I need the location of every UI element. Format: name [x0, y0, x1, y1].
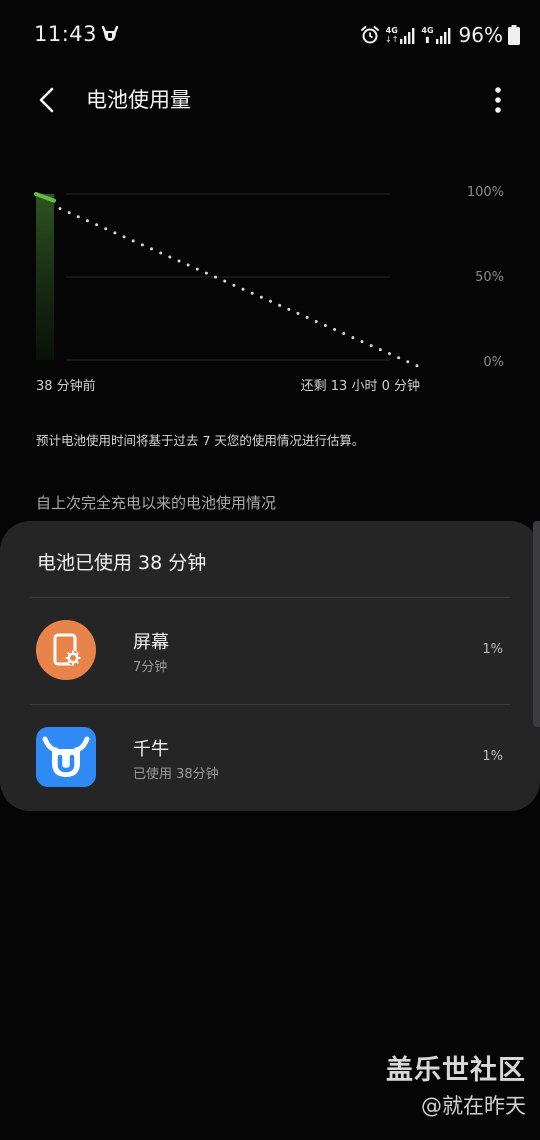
network-1: 4G ↓↑ [385, 26, 416, 44]
data-arrows-icon: ↓↑ [385, 35, 399, 44]
usage-card: 电池已使用 38 分钟 屏幕 7分钟 1% 千牛 已使用 38分钟 1% [0, 521, 540, 811]
alarm-icon [361, 26, 379, 44]
x-start-label: 38 分钟前 [36, 379, 96, 394]
x-end-label: 还剩 13 小时 0 分钟 [300, 379, 420, 394]
back-button[interactable] [26, 80, 66, 120]
page-title: 电池使用量 [86, 88, 191, 112]
y-tick-label-50: 50% [475, 270, 504, 285]
screen-settings-icon [36, 620, 96, 680]
signal-icon [435, 28, 450, 44]
status-icons: 4G ↓↑ 4G ▮ 96% [360, 22, 520, 48]
usage-card-title: 电池已使用 38 分钟 [37, 552, 207, 574]
history-area [36, 194, 54, 360]
network-label-1: 4G [385, 26, 398, 35]
estimate-note: 预计电池使用时间将基于过去 7 天您的使用情况进行估算。 [36, 433, 365, 448]
usage-item-screen[interactable]: 屏幕 7分钟 1% [0, 598, 540, 704]
app-notification-icon [101, 25, 119, 41]
usage-item-name: 千牛 [133, 739, 169, 760]
battery-percent: 96% [458, 23, 503, 47]
projection-line [58, 207, 424, 370]
section-header: 自上次完全充电以来的电池使用情况 [36, 494, 277, 512]
usage-item-duration: 7分钟 [133, 660, 168, 675]
scrollbar[interactable] [533, 521, 540, 727]
battery-chart: 100% 50% 0% 38 分钟前 还剩 13 小时 0 分钟 [0, 170, 540, 400]
y-tick-label-0: 0% [483, 355, 504, 370]
usage-item-qianniu[interactable]: 千牛 已使用 38分钟 1% [0, 705, 540, 811]
battery-icon [508, 25, 520, 45]
status-bar: 11:43 4G ↓↑ 4G ▮ 96% [0, 0, 540, 70]
more-vertical-icon [495, 87, 501, 113]
usage-item-percent: 1% [482, 642, 503, 657]
signal-icon [400, 28, 415, 44]
signal-sub-icon: ▮ [425, 35, 430, 44]
battery-chart-plot [34, 192, 424, 370]
network-2: 4G ▮ [421, 26, 451, 44]
usage-item-duration: 已使用 38分钟 [133, 767, 219, 782]
chevron-left-icon [39, 87, 54, 113]
y-tick-label-100: 100% [466, 185, 504, 200]
app-bar: 电池使用量 [0, 70, 540, 128]
usage-item-percent: 1% [482, 749, 503, 764]
watermark-title: 盖乐世社区 [386, 1055, 526, 1086]
watermark-handle: @就在昨天 [421, 1094, 526, 1118]
network-label-2: 4G [421, 26, 434, 35]
status-time: 11:43 [34, 22, 98, 46]
qianniu-app-icon [36, 727, 96, 787]
usage-item-name: 屏幕 [133, 632, 169, 653]
more-options-button[interactable] [488, 80, 508, 120]
